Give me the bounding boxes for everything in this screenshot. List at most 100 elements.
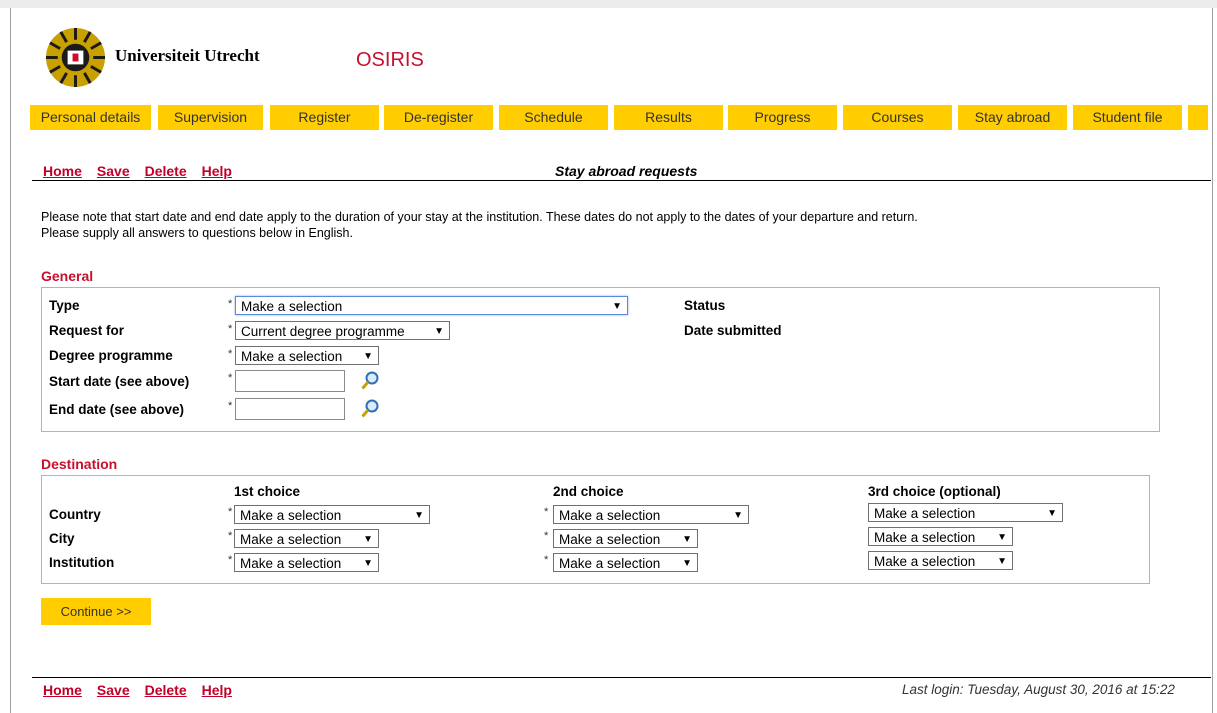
choice3-country-value: Make a selection — [874, 506, 976, 521]
choice3-heading: 3rd choice (optional) — [868, 484, 1001, 499]
date-submitted-label: Date submitted — [684, 323, 782, 338]
degree-programme-select[interactable]: Make a selection ▼ — [235, 346, 379, 365]
choice3-institution-value: Make a selection — [874, 554, 976, 569]
search-icon[interactable] — [361, 371, 379, 391]
choice2-institution-select[interactable]: Make a selection ▼ — [553, 553, 698, 572]
general-heading: General — [41, 268, 94, 284]
top-divider — [32, 180, 1211, 181]
choice1-country-value: Make a selection — [240, 508, 342, 523]
nav-personal-details[interactable]: Personal details — [30, 105, 151, 130]
choice3-city-select[interactable]: Make a selection ▼ — [868, 527, 1013, 546]
note-english: Please supply all answers to questions b… — [41, 226, 353, 240]
chevron-down-icon: ▼ — [997, 532, 1007, 543]
home-link[interactable]: Home — [43, 163, 82, 179]
nav-schedule[interactable]: Schedule — [499, 105, 608, 130]
destination-heading: Destination — [41, 456, 118, 472]
note-dates: Please note that start date and end date… — [41, 210, 918, 224]
main-nav: Personal details Supervision Register De… — [30, 105, 1216, 130]
choice3-city-value: Make a selection — [874, 530, 976, 545]
choice2-heading: 2nd choice — [553, 484, 624, 499]
required-mark: * — [228, 298, 233, 310]
bottom-toolbar: Home Save Delete Help — [43, 682, 247, 698]
required-mark: * — [228, 400, 233, 412]
home-link[interactable]: Home — [43, 682, 82, 698]
degree-programme-select-value: Make a selection — [241, 349, 343, 364]
chevron-down-icon: ▼ — [682, 558, 692, 569]
nav-student-file[interactable]: Student file — [1073, 105, 1182, 130]
required-mark: * — [228, 323, 233, 335]
choice1-institution-select[interactable]: Make a selection ▼ — [234, 553, 379, 572]
help-link[interactable]: Help — [202, 163, 232, 179]
help-link[interactable]: Help — [202, 682, 232, 698]
chevron-down-icon: ▼ — [733, 510, 743, 521]
top-toolbar: Home Save Delete Help — [43, 163, 247, 179]
bottom-divider — [32, 677, 1211, 678]
request-for-select-value: Current degree programme — [241, 324, 405, 339]
nav-courses[interactable]: Courses — [843, 105, 952, 130]
save-link[interactable]: Save — [97, 163, 130, 179]
required-mark: * — [544, 554, 549, 566]
left-border — [10, 8, 11, 713]
chevron-down-icon: ▼ — [434, 326, 444, 337]
status-label: Status — [684, 298, 726, 313]
required-mark: * — [544, 530, 549, 542]
choice1-country-select[interactable]: Make a selection ▼ — [234, 505, 430, 524]
required-mark: * — [228, 530, 233, 542]
chevron-down-icon: ▼ — [997, 556, 1007, 567]
choice1-heading: 1st choice — [234, 484, 301, 499]
general-section: Type * Make a selection ▼ Status Request … — [41, 287, 1160, 432]
type-label: Type — [49, 298, 80, 313]
city-label: City — [49, 531, 75, 546]
start-date-input[interactable] — [235, 370, 345, 392]
choice1-city-select[interactable]: Make a selection ▼ — [234, 529, 379, 548]
required-mark: * — [228, 372, 233, 384]
nav-de-register[interactable]: De-register — [384, 105, 493, 130]
continue-button[interactable]: Continue >> — [41, 598, 151, 625]
degree-programme-label: Degree programme — [49, 348, 173, 363]
choice2-city-value: Make a selection — [559, 532, 661, 547]
country-label: Country — [49, 507, 101, 522]
end-date-label: End date (see above) — [49, 402, 185, 417]
type-select-value: Make a selection — [241, 299, 343, 314]
required-mark: * — [228, 506, 233, 518]
page-title: Stay abroad requests — [555, 163, 698, 179]
chevron-down-icon: ▼ — [612, 301, 622, 312]
required-mark: * — [544, 506, 549, 518]
choice2-country-select[interactable]: Make a selection ▼ — [553, 505, 749, 524]
save-link[interactable]: Save — [97, 682, 130, 698]
choice2-institution-value: Make a selection — [559, 556, 661, 571]
choice1-city-value: Make a selection — [240, 532, 342, 547]
nav-register[interactable]: Register — [270, 105, 379, 130]
choice2-city-select[interactable]: Make a selection ▼ — [553, 529, 698, 548]
required-mark: * — [228, 348, 233, 360]
choice3-country-select[interactable]: Make a selection ▼ — [868, 503, 1063, 522]
last-login: Last login: Tuesday, August 30, 2016 at … — [902, 682, 1175, 697]
search-icon[interactable] — [361, 399, 379, 419]
choice1-institution-value: Make a selection — [240, 556, 342, 571]
nav-stay-abroad[interactable]: Stay abroad — [958, 105, 1067, 130]
top-strip — [0, 0, 1217, 8]
chevron-down-icon: ▼ — [1047, 508, 1057, 519]
university-name: Universiteit Utrecht — [115, 46, 260, 65]
delete-link[interactable]: Delete — [145, 163, 187, 179]
chevron-down-icon: ▼ — [363, 558, 373, 569]
nav-results[interactable]: Results — [614, 105, 723, 130]
nav-supervision[interactable]: Supervision — [158, 105, 263, 130]
nav-overflow[interactable] — [1188, 105, 1208, 130]
type-select[interactable]: Make a selection ▼ — [235, 296, 628, 315]
chevron-down-icon: ▼ — [682, 534, 692, 545]
institution-label: Institution — [49, 555, 115, 570]
delete-link[interactable]: Delete — [145, 682, 187, 698]
end-date-input[interactable] — [235, 398, 345, 420]
choice3-institution-select[interactable]: Make a selection ▼ — [868, 551, 1013, 570]
request-for-label: Request for — [49, 323, 125, 338]
nav-progress[interactable]: Progress — [728, 105, 837, 130]
request-for-select[interactable]: Current degree programme ▼ — [235, 321, 450, 340]
chevron-down-icon: ▼ — [414, 510, 424, 521]
app-name: OSIRIS — [356, 49, 424, 71]
university-logo — [45, 27, 106, 88]
choice2-country-value: Make a selection — [559, 508, 661, 523]
destination-section: 1st choice 2nd choice 3rd choice (option… — [41, 475, 1150, 584]
required-mark: * — [228, 554, 233, 566]
chevron-down-icon: ▼ — [363, 351, 373, 362]
